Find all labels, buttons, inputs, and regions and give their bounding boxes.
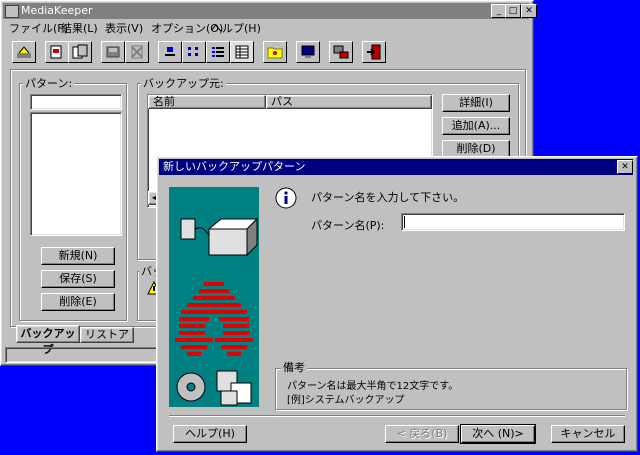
network-icon[interactable]: [329, 41, 353, 63]
cancel-button[interactable]: キャンセル: [551, 425, 625, 443]
backup-icon[interactable]: [12, 41, 36, 63]
main-title: MediaKeeper: [21, 4, 93, 17]
copy-icon[interactable]: [68, 41, 92, 63]
next-button[interactable]: 次へ (N)>: [460, 424, 536, 444]
dialog-prompt: パターン名を入力して下さい。: [311, 191, 465, 204]
help-button[interactable]: ヘルプ(H): [173, 425, 247, 443]
details-button[interactable]: 詳細(I): [442, 94, 510, 112]
details-icon[interactable]: [230, 41, 254, 63]
large-icons-icon[interactable]: [158, 41, 182, 63]
wizard-illustration: [169, 187, 259, 407]
pattern-list[interactable]: [30, 112, 122, 236]
menu-view[interactable]: 表示(V): [105, 21, 143, 37]
new-pattern-button[interactable]: 新規(N): [41, 247, 115, 265]
folder-icon[interactable]: [263, 41, 287, 63]
list-icon[interactable]: [206, 41, 230, 63]
dialog-title-bar[interactable]: 新しいバックアップパターン ✕: [159, 159, 633, 175]
restore-icon[interactable]: [45, 41, 69, 63]
column-header-name[interactable]: 名前: [148, 95, 266, 109]
notes-line-2: [例]システムバックアップ: [287, 395, 405, 406]
pattern-name-input[interactable]: [401, 213, 625, 231]
add-button[interactable]: 追加(A)...: [442, 117, 510, 135]
new-pattern-dialog: 新しいバックアップパターン ✕ パターン名を入力して下さい。 パターン名(P):…: [156, 156, 638, 452]
notes-label: 備考: [281, 361, 307, 374]
maximize-button[interactable]: □: [505, 4, 521, 18]
pattern-input[interactable]: [30, 94, 122, 110]
source-label: バックアップ元:: [141, 77, 226, 90]
delete-pattern-button[interactable]: 削除(E): [41, 293, 115, 311]
save-pattern-button[interactable]: 保存(S): [41, 270, 115, 288]
column-header-path[interactable]: パス: [266, 95, 432, 109]
notes-line-1: パターン名は最大半角で12文字です。: [287, 381, 459, 392]
close-button[interactable]: ✕: [521, 4, 537, 18]
main-title-bar[interactable]: MediaKeeper _ □ ✕: [3, 3, 537, 19]
menu-help[interactable]: ヘルプ(H): [211, 21, 261, 37]
tab-backup[interactable]: バックアップ: [16, 325, 80, 356]
dialog-title: 新しいバックアップパターン: [163, 160, 306, 173]
tab-restore[interactable]: リストア: [80, 327, 134, 343]
pattern-label: パターン:: [23, 77, 75, 90]
menu-file[interactable]: ファイル(F): [9, 21, 68, 37]
small-icons-icon[interactable]: [182, 41, 206, 63]
back-button[interactable]: < 戻る(B): [385, 425, 459, 443]
delete-icon[interactable]: [125, 41, 149, 63]
menu-results[interactable]: 結果(L): [61, 21, 98, 37]
app-icon: [5, 5, 19, 18]
pattern-name-label: パターン名(P):: [311, 219, 385, 232]
dialog-separator: [169, 415, 625, 417]
menu-bar: ファイル(F) 結果(L) 表示(V) オプション(O) ヘルプ(H): [5, 21, 525, 37]
exit-icon[interactable]: [362, 41, 386, 63]
text-cursor: [404, 216, 405, 228]
disk-icon[interactable]: [101, 41, 125, 63]
monitor-icon[interactable]: [296, 41, 320, 63]
info-icon: [275, 187, 297, 209]
dialog-close-button[interactable]: ✕: [617, 160, 633, 174]
